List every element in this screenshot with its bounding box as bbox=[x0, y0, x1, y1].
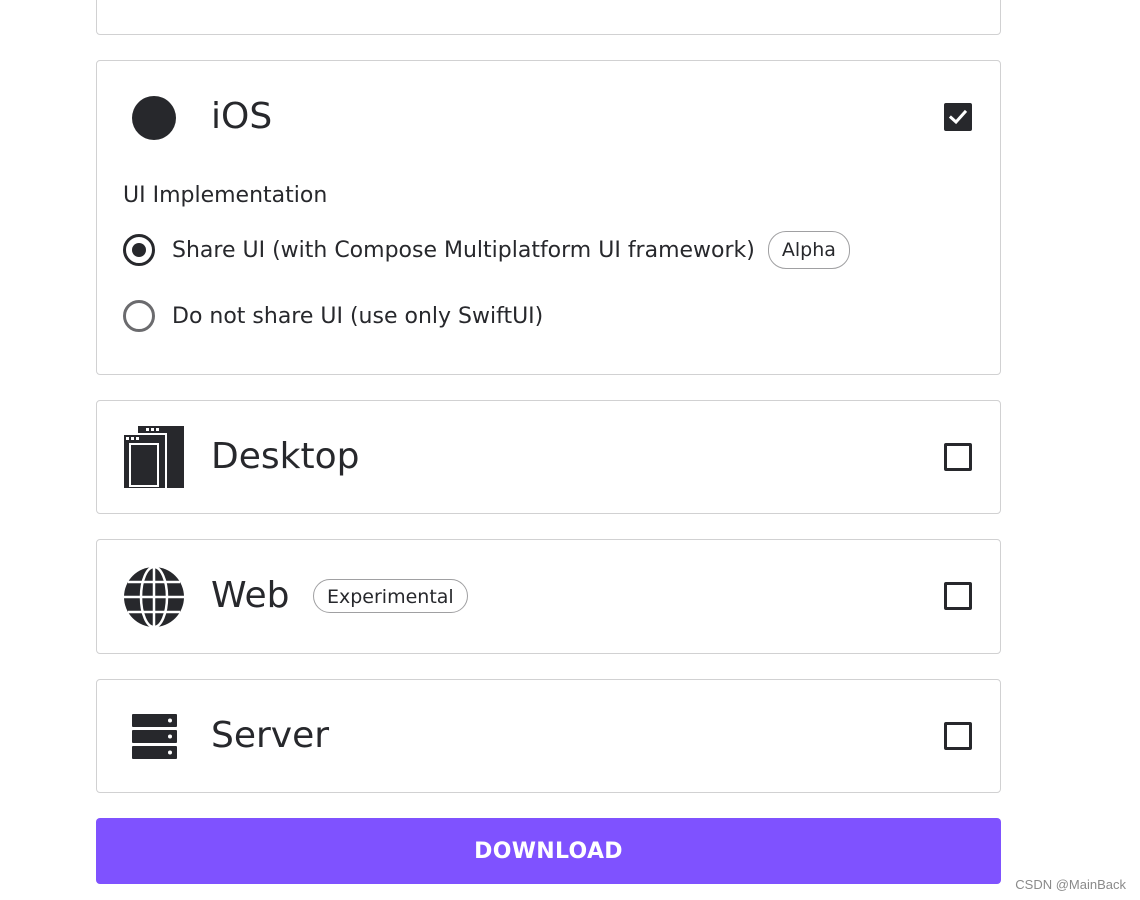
share-ui-label: Share UI (with Compose Multiplatform UI … bbox=[172, 237, 755, 263]
no-share-ui-radio[interactable] bbox=[123, 300, 155, 332]
globe-icon bbox=[122, 565, 186, 629]
platform-card-web: Web Experimental bbox=[96, 539, 1001, 654]
apple-icon bbox=[122, 86, 186, 150]
checkmark-icon bbox=[948, 109, 968, 125]
experimental-badge: Experimental bbox=[313, 579, 468, 613]
platform-card-partial bbox=[96, 0, 1001, 35]
platform-title-ios: iOS bbox=[211, 96, 273, 137]
platform-title-desktop: Desktop bbox=[211, 436, 360, 477]
platform-title-server: Server bbox=[211, 715, 330, 756]
platform-row-ios[interactable]: iOS bbox=[97, 61, 1000, 173]
web-checkbox[interactable] bbox=[944, 582, 972, 610]
download-button[interactable]: DOWNLOAD bbox=[96, 818, 1001, 884]
platform-row-web[interactable]: Web Experimental bbox=[97, 540, 1000, 652]
platform-row-desktop[interactable]: Desktop bbox=[97, 401, 1000, 513]
ui-implementation-label: UI Implementation bbox=[123, 183, 328, 208]
server-icon bbox=[122, 705, 186, 769]
platform-card-desktop: Desktop bbox=[96, 400, 1001, 514]
no-share-ui-option[interactable]: Do not share UI (use only SwiftUI) bbox=[123, 298, 543, 334]
watermark: CSDN @MainBack bbox=[1015, 877, 1126, 892]
alpha-badge: Alpha bbox=[767, 231, 850, 269]
share-ui-radio[interactable] bbox=[123, 234, 155, 266]
platform-title-web: Web bbox=[211, 575, 290, 616]
desktop-checkbox[interactable] bbox=[944, 443, 972, 471]
desktop-icon bbox=[122, 426, 186, 490]
platform-row-server[interactable]: Server bbox=[97, 680, 1000, 792]
platform-card-server: Server bbox=[96, 679, 1001, 793]
platform-card-ios: iOS UI Implementation Share UI (with Com… bbox=[96, 60, 1001, 375]
no-share-ui-label: Do not share UI (use only SwiftUI) bbox=[172, 303, 544, 329]
server-checkbox[interactable] bbox=[944, 722, 972, 750]
share-ui-option[interactable]: Share UI (with Compose Multiplatform UI … bbox=[123, 231, 850, 269]
ios-checkbox[interactable] bbox=[944, 103, 972, 131]
